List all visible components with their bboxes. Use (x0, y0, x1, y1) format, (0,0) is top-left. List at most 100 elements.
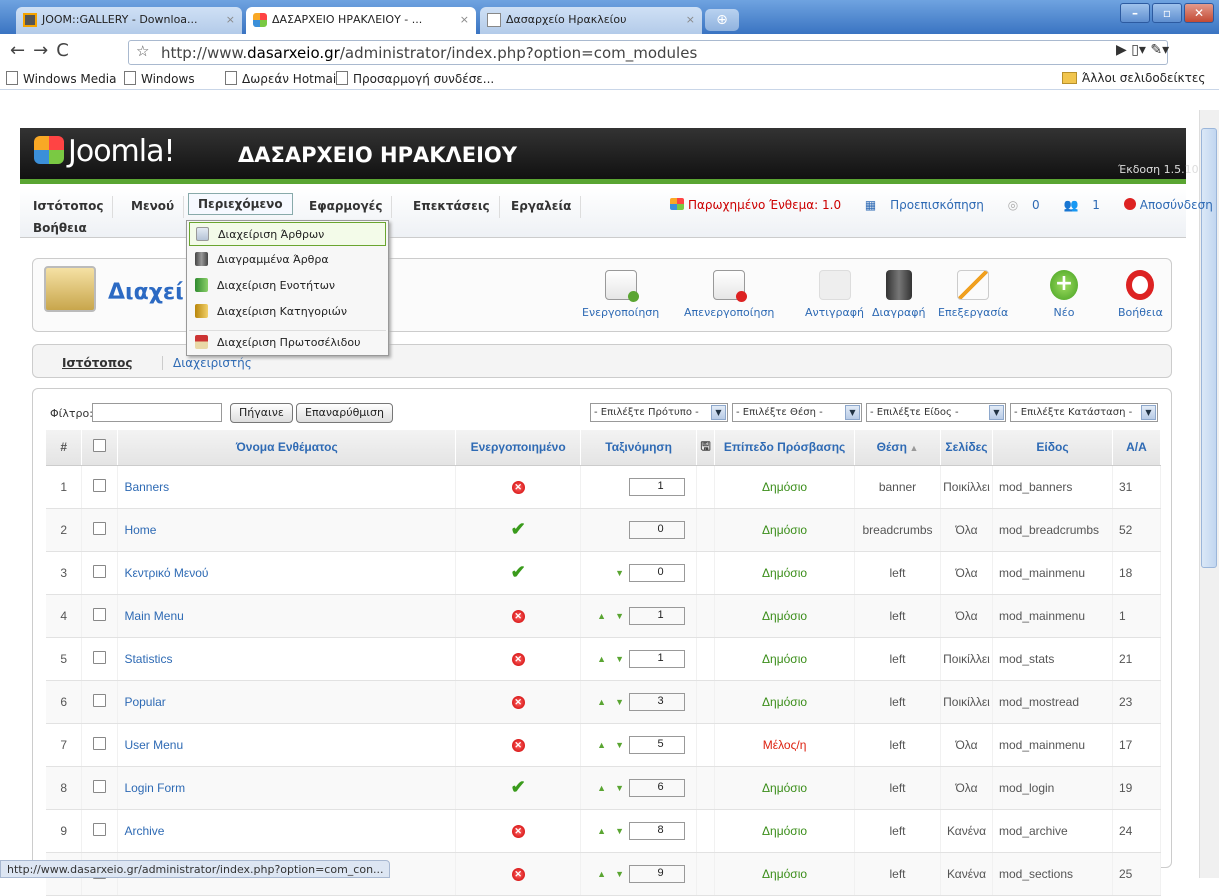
module-name-link[interactable]: Main Menu (117, 594, 457, 638)
move-down-icon[interactable]: ▼ (611, 611, 629, 621)
move-down-icon[interactable]: ▼ (611, 826, 629, 836)
col-position[interactable]: Θέση ▲ (854, 430, 941, 466)
order-input[interactable]: 0 (628, 520, 685, 539)
users-online-count[interactable]: 👥 1 (1064, 198, 1110, 212)
bookmark-customize-links[interactable]: Προσαρμογή συνδέσε... (336, 71, 494, 86)
logout-link[interactable]: Αποσύνδεση (1123, 198, 1219, 212)
position-select[interactable]: - Επιλέξτε Θέση - ▼ (732, 403, 862, 422)
row-select[interactable] (81, 809, 119, 853)
enabled-toggle[interactable]: ✕ (455, 852, 582, 896)
move-up-icon[interactable]: ▲ (593, 654, 611, 664)
disable-button[interactable]: Απενεργοποίηση (684, 270, 774, 319)
legacy-module-status[interactable]: Παρωχημένο Ένθεμα: 1.0 (670, 198, 851, 212)
module-name-link[interactable]: Home (117, 508, 457, 552)
page-menu-icon[interactable]: ▶ ▯▾ ✎▾ (1116, 42, 1169, 58)
row-select[interactable] (81, 680, 119, 724)
minimize-window-button[interactable]: – (1120, 3, 1150, 23)
enabled-toggle[interactable]: ✔ (455, 766, 582, 810)
row-checkbox[interactable] (93, 650, 107, 664)
order-input[interactable]: 9 (628, 864, 685, 883)
template-select[interactable]: - Επιλέξτε Πρότυπο - ▼ (590, 403, 728, 422)
copy-button[interactable]: Αντιγραφή (805, 270, 864, 319)
move-up-icon[interactable]: ▲ (593, 869, 611, 879)
browser-tab-2[interactable]: ΔΑΣΑΡΧΕΙΟ ΗΡΑΚΛΕΙΟΥ - ... × (246, 7, 476, 34)
menu-content[interactable]: Περιεχόμενο (188, 193, 293, 215)
delete-button[interactable]: Διαγραφή (872, 270, 925, 319)
dropdown-trashed-articles[interactable]: Διαγραμμένα Άρθρα (189, 248, 386, 272)
col-access-level[interactable]: Επίπεδο Πρόσβασης (714, 430, 856, 466)
move-up-icon[interactable]: ▲ (593, 697, 611, 707)
row-checkbox[interactable] (93, 822, 107, 836)
browser-tab-3[interactable]: Δασαρχείο Ηρακλείου × (480, 7, 702, 34)
go-button[interactable]: Πήγαινε (230, 403, 293, 423)
row-checkbox[interactable] (93, 478, 107, 492)
access-level-link[interactable]: Δημόσιο (714, 508, 856, 552)
col-module-name[interactable]: Όνομα Ενθέματος (117, 430, 457, 466)
move-down-icon[interactable]: ▼ (611, 568, 629, 578)
move-up-icon[interactable]: ▲ (593, 826, 611, 836)
order-input[interactable]: 1 (628, 477, 685, 496)
row-checkbox[interactable] (93, 779, 107, 793)
menu-help[interactable]: Βοήθεια (24, 218, 96, 240)
move-up-icon[interactable]: ▲ (593, 611, 611, 621)
menu-extensions[interactable]: Επεκτάσεις (404, 196, 500, 218)
close-tab-icon[interactable]: × (686, 13, 695, 26)
enabled-toggle[interactable]: ✕ (455, 723, 582, 767)
row-select[interactable] (81, 637, 119, 681)
move-down-icon[interactable]: ▼ (611, 697, 629, 707)
row-select[interactable] (81, 723, 119, 767)
enable-button[interactable]: Ενεργοποίηση (582, 270, 659, 319)
access-level-link[interactable]: Δημόσιο (714, 809, 856, 853)
state-select[interactable]: - Επιλέξτε Κατάσταση - ▼ (1010, 403, 1158, 422)
access-level-link[interactable]: Δημόσιο (714, 852, 856, 896)
browser-tab-1[interactable]: JOOM::GALLERY - Downloa... × (16, 7, 242, 34)
col-save-order[interactable]: 🖫 (696, 430, 716, 466)
move-down-icon[interactable]: ▼ (611, 740, 629, 750)
access-level-link[interactable]: Δημόσιο (714, 637, 856, 681)
module-name-link[interactable]: Banners (117, 465, 457, 509)
row-select[interactable] (81, 551, 119, 595)
unpublished-x-icon[interactable]: ✕ (511, 610, 525, 623)
forward-icon[interactable]: → (33, 40, 56, 61)
subtab-administrator[interactable]: Διαχειριστής (162, 356, 252, 370)
row-select[interactable] (81, 465, 119, 509)
order-input[interactable]: 5 (628, 735, 685, 754)
reload-icon[interactable]: C (56, 40, 77, 61)
row-select[interactable] (81, 508, 119, 552)
row-checkbox[interactable] (93, 736, 107, 750)
enabled-toggle[interactable]: ✕ (455, 680, 582, 724)
bookmark-hotmail[interactable]: Δωρεάν Hotmail (225, 71, 340, 86)
col-type[interactable]: Είδος (992, 430, 1113, 466)
close-tab-icon[interactable]: × (226, 13, 235, 26)
menu-menus[interactable]: Μενού (122, 196, 185, 218)
bookmark-star-icon[interactable]: ☆ (136, 42, 149, 60)
help-button[interactable]: Βοήθεια (1118, 270, 1163, 319)
access-level-link[interactable]: Δημόσιο (714, 465, 856, 509)
order-input[interactable]: 8 (628, 821, 685, 840)
col-ordering[interactable]: Ταξινόμηση (580, 430, 698, 466)
published-check-icon[interactable]: ✔ (511, 777, 526, 797)
enabled-toggle[interactable]: ✕ (455, 594, 582, 638)
enabled-toggle[interactable]: ✕ (455, 809, 582, 853)
order-input[interactable]: 6 (628, 778, 685, 797)
unpublished-x-icon[interactable]: ✕ (511, 825, 525, 838)
order-input[interactable]: 3 (628, 692, 685, 711)
save-order-icon[interactable]: 🖫 (700, 439, 710, 453)
module-name-link[interactable]: User Menu (117, 723, 457, 767)
enabled-toggle[interactable]: ✕ (455, 465, 582, 509)
col-id[interactable]: Α/Α (1112, 430, 1162, 466)
type-select[interactable]: - Επιλέξτε Είδος - ▼ (866, 403, 1006, 422)
module-name-link[interactable]: Statistics (117, 637, 457, 681)
access-level-link[interactable]: Δημόσιο (714, 680, 856, 724)
dropdown-article-manager[interactable]: Διαχείριση Άρθρων (189, 222, 386, 246)
col-select-all[interactable] (81, 430, 119, 466)
module-name-link[interactable]: Login Form (117, 766, 457, 810)
move-down-icon[interactable]: ▼ (611, 783, 629, 793)
move-up-icon[interactable]: ▲ (593, 783, 611, 793)
enabled-toggle[interactable]: ✔ (455, 508, 582, 552)
new-button[interactable]: + Νέο (1050, 270, 1078, 319)
address-bar[interactable]: http://www.dasarxeio.gr/administrator/in… (128, 40, 1168, 65)
access-level-link[interactable]: Δημόσιο (714, 551, 856, 595)
new-tab-button[interactable]: ⊕ (705, 9, 739, 31)
move-down-icon[interactable]: ▼ (611, 869, 629, 879)
